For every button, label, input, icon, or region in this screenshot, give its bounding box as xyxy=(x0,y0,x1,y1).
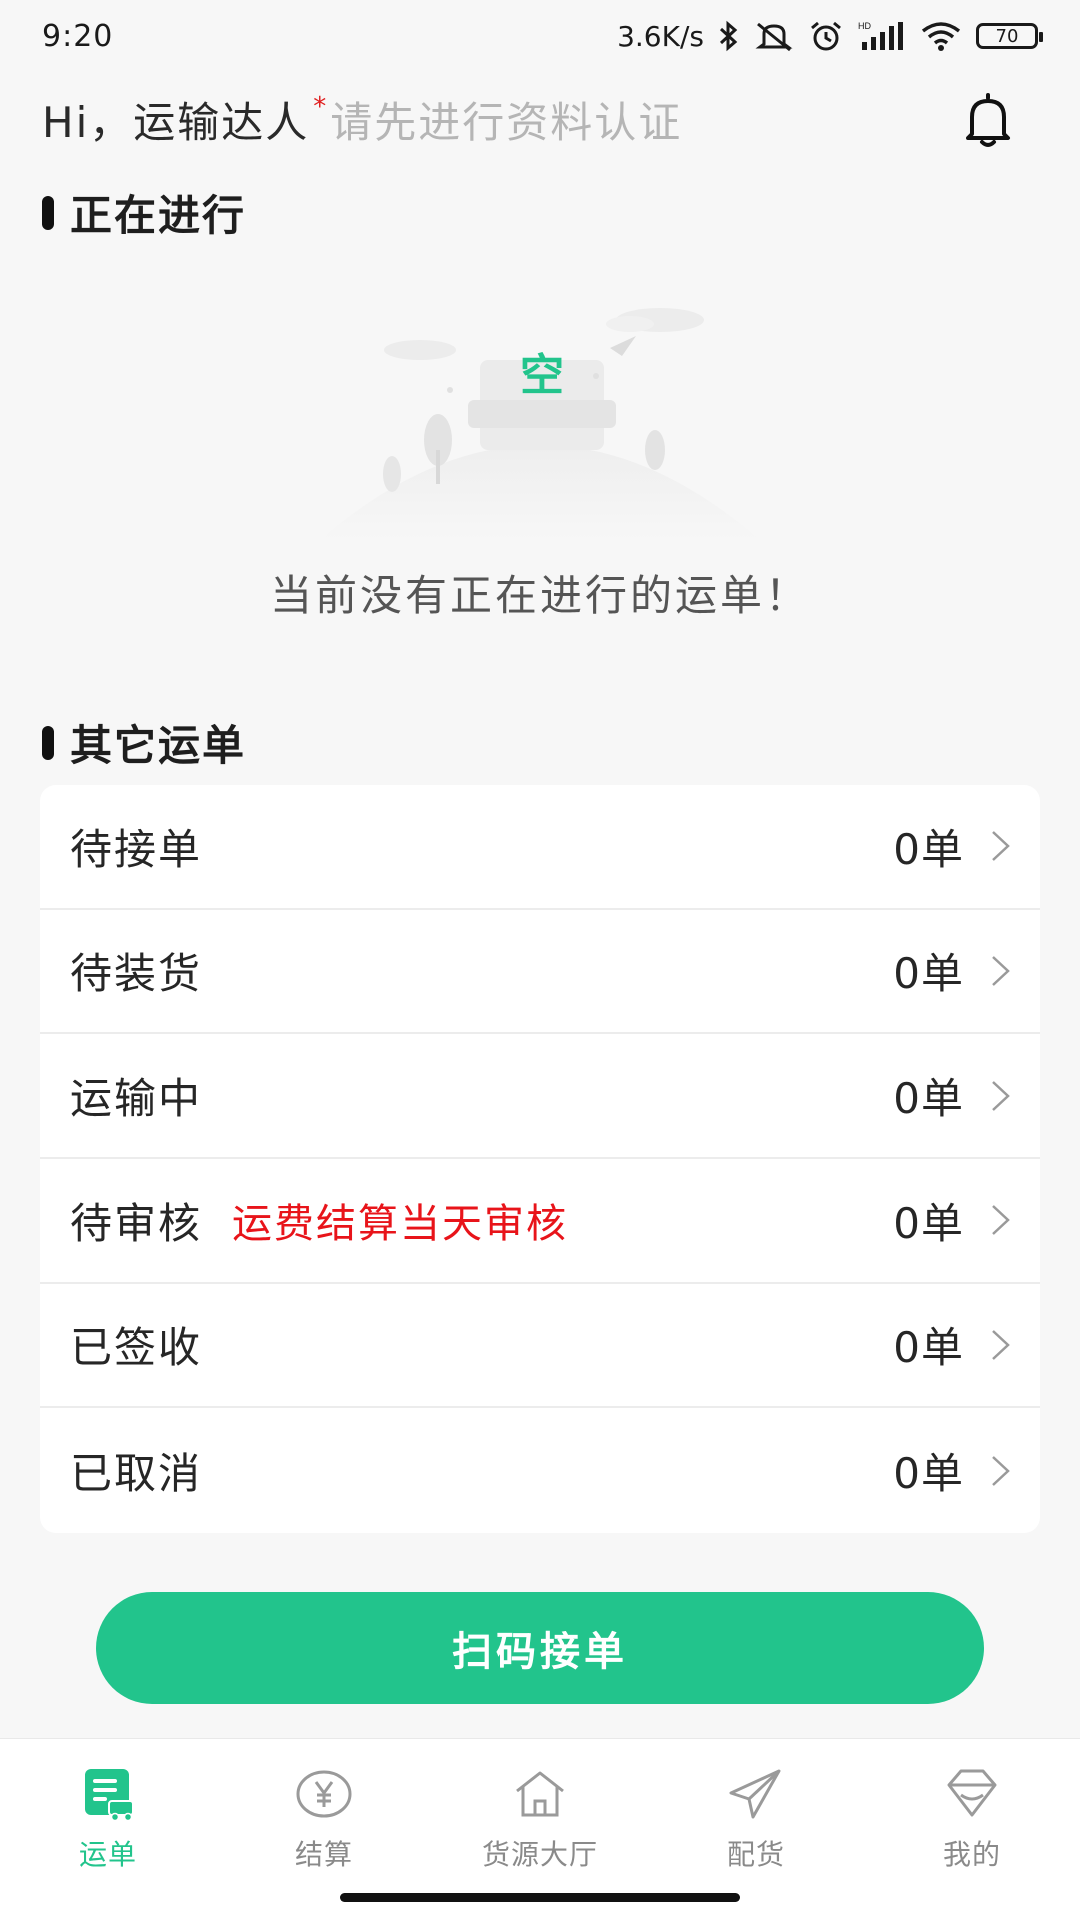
wifi-icon xyxy=(920,20,962,52)
home-indicator[interactable] xyxy=(340,1893,740,1902)
greeting-text: Hi，运输达人 xyxy=(42,97,310,147)
hd-signal-icon: HD xyxy=(858,20,906,52)
bell-icon[interactable] xyxy=(958,90,1018,150)
nav-label: 我的 xyxy=(942,1838,1001,1871)
order-row-count: 0单 xyxy=(893,1198,964,1248)
verify-profile-link[interactable]: 请先进行资料认证 xyxy=(330,89,682,150)
order-row-count: 0单 xyxy=(893,949,964,999)
order-row-pending-accept[interactable]: 待接单 0单 xyxy=(40,785,1040,910)
status-bar: 9:20 3.6K/s HD 70 xyxy=(0,0,1080,72)
chevron-right-icon xyxy=(992,1455,1010,1486)
order-row-pending-load[interactable]: 待装货 0单 xyxy=(40,910,1040,1035)
chevron-right-icon xyxy=(992,1080,1010,1111)
section-marker xyxy=(42,725,54,760)
nav-label: 货源大厅 xyxy=(481,1838,598,1871)
status-icons: 3.6K/s HD 70 xyxy=(617,19,1043,53)
ongoing-section-title: 正在进行 xyxy=(42,182,246,243)
required-asterisk: * xyxy=(313,92,327,122)
house-icon xyxy=(516,1771,564,1817)
order-status-list: 待接单 0单 待装货 0单 运输中 0单 待审核 运费结算当天审核 0单 已签收… xyxy=(40,785,1040,1533)
other-orders-section-title: 其它运单 xyxy=(42,712,246,773)
order-row-pending-review[interactable]: 待审核 运费结算当天审核 0单 xyxy=(40,1159,1040,1284)
review-notice-text: 运费结算当天审核 xyxy=(232,1201,569,1248)
chevron-right-icon xyxy=(992,1330,1010,1360)
order-row-count: 0单 xyxy=(893,824,964,874)
network-speed: 3.6K/s xyxy=(617,19,704,53)
order-row-label: 待装货 xyxy=(70,949,203,999)
order-row-label: 已取消 xyxy=(70,1449,203,1499)
scan-accept-order-button[interactable]: 扫码接单 xyxy=(96,1592,984,1704)
profile-diamond-icon xyxy=(947,1769,997,1817)
section-title-text: 正在进行 xyxy=(70,191,247,240)
chevron-right-icon xyxy=(992,956,1010,986)
waybill-icon xyxy=(85,1769,134,1822)
chevron-right-icon xyxy=(992,831,1010,862)
order-row-in-transit[interactable]: 运输中 0单 xyxy=(40,1034,1040,1159)
bluetooth-icon xyxy=(718,20,740,52)
order-row-count: 0单 xyxy=(893,1074,964,1124)
mute-icon xyxy=(754,20,794,52)
battery-icon: 70 xyxy=(976,23,1043,49)
section-title-text: 其它运单 xyxy=(70,721,247,770)
empty-state-text: 当前没有正在进行的运单！ xyxy=(269,571,810,620)
svg-text:HD: HD xyxy=(858,21,871,31)
chevron-right-icon xyxy=(992,1205,1010,1236)
paper-plane-icon xyxy=(729,1769,781,1819)
alarm-icon xyxy=(808,20,844,52)
order-row-label: 待接单 xyxy=(70,824,203,874)
order-row-count: 0单 xyxy=(893,1449,964,1499)
tab-waybill[interactable]: 运单 xyxy=(0,1739,216,1920)
order-row-label: 待审核 xyxy=(70,1198,203,1248)
tab-mine[interactable]: 我的 xyxy=(864,1739,1080,1920)
nav-label: 结算 xyxy=(294,1838,353,1871)
empty-state-illustration: 空 xyxy=(300,290,780,540)
header: Hi，运输达人 * 请先进行资料认证 xyxy=(42,88,1038,150)
order-row-label: 已签收 xyxy=(70,1323,203,1373)
order-row-signed[interactable]: 已签收 0单 xyxy=(40,1284,1040,1409)
order-row-label: 运输中 xyxy=(70,1074,203,1124)
yen-settlement-icon xyxy=(296,1770,352,1818)
empty-glyph: 空 xyxy=(520,350,564,401)
order-row-count: 0单 xyxy=(893,1323,964,1373)
order-row-cancelled[interactable]: 已取消 0单 xyxy=(40,1408,1040,1533)
status-time: 9:20 xyxy=(42,18,114,54)
nav-label: 配货 xyxy=(726,1838,785,1871)
nav-label: 运单 xyxy=(78,1838,137,1871)
section-marker xyxy=(42,195,54,230)
